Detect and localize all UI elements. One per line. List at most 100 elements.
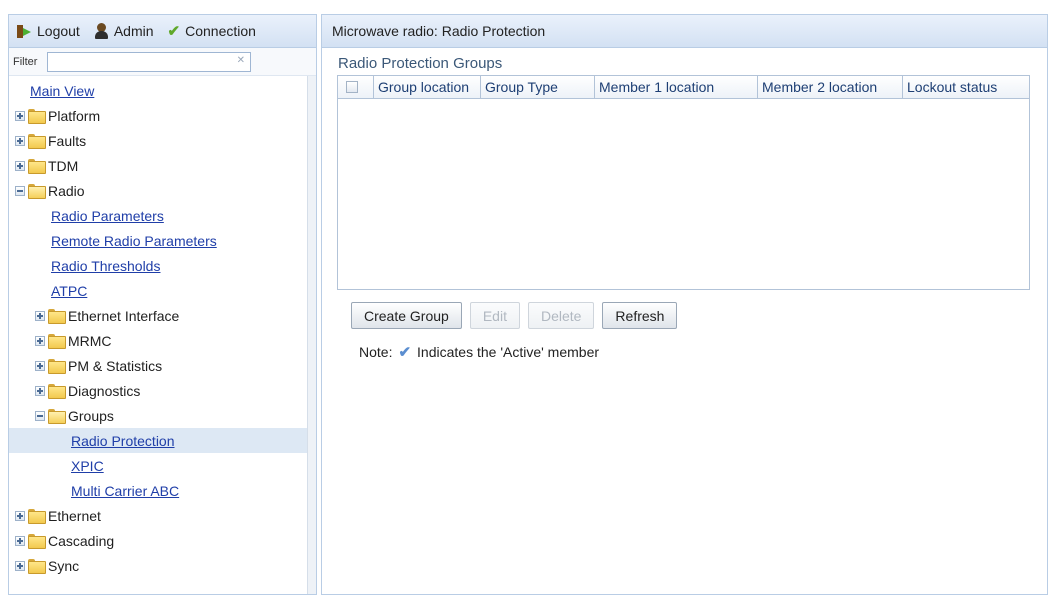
table-body	[338, 99, 1029, 288]
expand-icon[interactable]	[15, 535, 25, 546]
clear-filter-icon[interactable]: ✕	[237, 55, 245, 66]
folder-icon	[48, 309, 66, 324]
logout-button[interactable]: Logout	[17, 23, 80, 39]
tree-label: Radio Protection	[71, 432, 175, 449]
collapse-icon[interactable]	[35, 410, 45, 421]
tree-item-cascading[interactable]: Cascading	[15, 528, 316, 553]
collapse-icon[interactable]	[15, 185, 25, 196]
folder-icon	[28, 134, 46, 149]
navigation-panel: Logout Admin ✔ Connection Filter ✕ Main …	[8, 14, 317, 595]
logout-icon	[17, 24, 32, 39]
tree-item-atpc[interactable]: ATPC	[51, 278, 316, 303]
active-member-note: Note: ✔ Indicates the 'Active' member	[359, 343, 599, 361]
admin-label: Admin	[113, 23, 154, 39]
column-header-lockout-status[interactable]: Lockout status	[903, 76, 1029, 98]
tree-label: Remote Radio Parameters	[51, 232, 217, 249]
expand-icon[interactable]	[15, 135, 25, 146]
tree-label: Radio Parameters	[51, 207, 164, 224]
tree-item-faults[interactable]: Faults	[15, 128, 316, 153]
folder-icon	[48, 384, 66, 399]
tree-item-radio-parameters[interactable]: Radio Parameters	[51, 203, 316, 228]
session-toolbar: Logout Admin ✔ Connection	[9, 15, 316, 48]
page-title: Microwave radio: Radio Protection	[322, 15, 1047, 48]
delete-button[interactable]: Delete	[527, 302, 595, 329]
tree-item-ethernet-interface[interactable]: Ethernet Interface	[35, 303, 316, 328]
tree-item-radio-protection[interactable]: Radio Protection	[9, 428, 316, 453]
note-prefix: Note:	[359, 344, 393, 360]
tree-label: Radio	[48, 182, 85, 199]
edit-button[interactable]: Edit	[469, 302, 520, 329]
tree-label: Faults	[48, 132, 87, 149]
expand-icon[interactable]	[15, 510, 25, 521]
folder-icon	[48, 359, 66, 374]
filter-input[interactable]	[48, 52, 228, 71]
filter-row: Filter ✕	[9, 48, 316, 76]
create-group-button[interactable]: Create Group	[351, 302, 462, 329]
expand-icon[interactable]	[15, 160, 25, 171]
admin-button[interactable]: Admin	[94, 23, 154, 39]
action-buttons: Create Group Edit Delete Refresh	[351, 302, 678, 329]
tree-label: Radio Thresholds	[51, 257, 161, 274]
tree-label: Groups	[68, 407, 114, 424]
refresh-button[interactable]: Refresh	[602, 302, 678, 329]
tree-label: PM & Statistics	[68, 357, 163, 374]
user-icon	[94, 23, 109, 39]
tree-item-radio[interactable]: Radio	[15, 178, 316, 203]
filter-label: Filter	[13, 55, 38, 68]
column-header-group-location[interactable]: Group location	[374, 76, 481, 98]
column-header-group-type[interactable]: Group Type	[481, 76, 595, 98]
tree-label: Ethernet Interface	[68, 307, 180, 324]
tree-label: XPIC	[71, 457, 104, 474]
expand-icon[interactable]	[15, 110, 25, 121]
tree-item-sync[interactable]: Sync	[15, 553, 316, 578]
note-text: Indicates the 'Active' member	[417, 344, 600, 360]
connection-button[interactable]: ✔ Connection	[168, 22, 256, 40]
expand-icon[interactable]	[15, 560, 25, 571]
connection-label: Connection	[185, 23, 256, 39]
expand-icon[interactable]	[35, 360, 45, 371]
tree-item-diagnostics[interactable]: Diagnostics	[35, 378, 316, 403]
column-header-member-2-location[interactable]: Member 2 location	[758, 76, 903, 98]
tree-label: Ethernet	[48, 507, 101, 524]
tree-item-remote-radio-parameters[interactable]: Remote Radio Parameters	[51, 228, 316, 253]
table-header: Group location Group Type Member 1 locat…	[338, 76, 1029, 99]
open-folder-icon	[28, 184, 46, 199]
tree-label: Sync	[48, 557, 80, 574]
tree-item-pm-statistics[interactable]: PM & Statistics	[35, 353, 316, 378]
tree-label: ATPC	[51, 282, 88, 299]
tree-label: MRMC	[68, 332, 112, 349]
tree-label: TDM	[48, 157, 79, 174]
tree-scrollbar[interactable]	[307, 76, 316, 594]
expand-icon[interactable]	[35, 310, 45, 321]
folder-icon	[28, 534, 46, 549]
content-panel: Microwave radio: Radio Protection Radio …	[321, 14, 1048, 595]
select-all-cell	[338, 76, 374, 98]
tree-label: Multi Carrier ABC	[71, 482, 180, 499]
tree-item-main-view[interactable]: Main View	[30, 78, 316, 103]
tree-label: Main View	[30, 82, 95, 99]
tree-label: Cascading	[48, 532, 115, 549]
tree-item-ethernet[interactable]: Ethernet	[15, 503, 316, 528]
tree-item-xpic[interactable]: XPIC	[71, 453, 316, 478]
select-all-checkbox[interactable]	[346, 81, 358, 93]
column-header-member-1-location[interactable]: Member 1 location	[595, 76, 758, 98]
folder-icon	[28, 559, 46, 574]
checkmark-icon: ✔	[398, 344, 412, 361]
folder-icon	[28, 509, 46, 524]
tree-item-tdm[interactable]: TDM	[15, 153, 316, 178]
tree-item-platform[interactable]: Platform	[15, 103, 316, 128]
tree-label: Platform	[48, 107, 101, 124]
tree-item-groups[interactable]: Groups	[35, 403, 316, 428]
folder-icon	[28, 109, 46, 124]
folder-icon	[28, 159, 46, 174]
expand-icon[interactable]	[35, 335, 45, 346]
tree-label: Diagnostics	[68, 382, 141, 399]
tree-item-multi-carrier-abc[interactable]: Multi Carrier ABC	[71, 478, 316, 503]
checkmark-icon: ✔	[167, 23, 181, 40]
tree-item-mrmc[interactable]: MRMC	[35, 328, 316, 353]
tree-item-radio-thresholds[interactable]: Radio Thresholds	[51, 253, 316, 278]
protection-groups-table: Group location Group Type Member 1 locat…	[337, 75, 1030, 290]
expand-icon[interactable]	[35, 385, 45, 396]
filter-box: ✕	[47, 51, 251, 72]
open-folder-icon	[48, 409, 66, 424]
